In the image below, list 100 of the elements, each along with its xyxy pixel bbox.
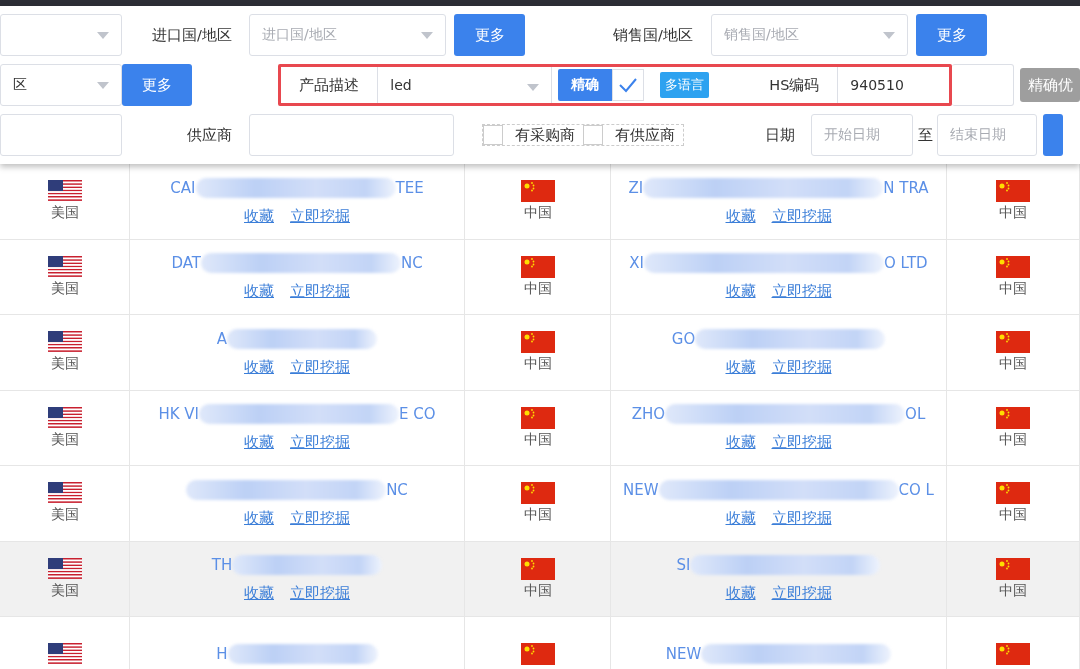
country-name: 美国	[50, 581, 79, 600]
mine-link[interactable]: 立即挖掘	[290, 584, 350, 604]
select-field[interactable]: 销售国/地区	[711, 14, 908, 56]
china-flag-icon	[996, 482, 1030, 505]
company-name[interactable]: N TRA	[883, 178, 929, 197]
us-flag-icon	[47, 643, 82, 666]
company-name[interactable]: TEE	[395, 178, 424, 197]
company-name[interactable]: A	[216, 329, 228, 348]
start-date-field[interactable]: 开始日期	[811, 114, 913, 156]
country-name: 中国	[523, 279, 552, 298]
company-name[interactable]: NEW	[665, 645, 702, 664]
mine-link[interactable]: 立即挖掘	[771, 433, 832, 453]
us-flag-icon	[47, 406, 82, 429]
favorite-link[interactable]: 收藏	[725, 282, 756, 302]
caret-icon	[527, 84, 540, 91]
china-flag-icon	[520, 331, 555, 354]
field-label: 进口国/地区	[151, 25, 232, 45]
favorite-link[interactable]: 收藏	[725, 433, 756, 453]
china-flag-icon	[996, 557, 1030, 580]
caret-icon	[421, 32, 433, 39]
field-label: 销售国/地区	[612, 25, 693, 45]
search-button[interactable]	[1043, 114, 1063, 156]
more-button[interactable]: 更多	[454, 14, 525, 56]
favorite-link[interactable]: 收藏	[725, 357, 756, 377]
company-name[interactable]: HK VI	[158, 405, 199, 424]
mine-link[interactable]: 立即挖掘	[771, 206, 832, 226]
mine-link[interactable]: 立即挖掘	[290, 508, 350, 528]
favorite-link[interactable]: 收藏	[244, 508, 274, 528]
mine-link[interactable]: 立即挖掘	[290, 282, 350, 302]
country-name: 中国	[523, 204, 552, 223]
option-checkbox[interactable]: 有采购商	[483, 125, 575, 145]
company-name[interactable]: H	[216, 645, 228, 664]
input-field[interactable]	[249, 114, 454, 156]
company-name[interactable]: O LTD	[884, 254, 928, 273]
company-name[interactable]: CAI	[170, 178, 196, 197]
company-name[interactable]: NC	[400, 254, 423, 273]
caret-icon	[96, 82, 109, 89]
mine-link[interactable]: 立即挖掘	[771, 508, 832, 528]
company-name[interactable]: GO	[671, 329, 696, 348]
favorite-link[interactable]: 收藏	[725, 206, 756, 226]
country-name: 美国	[50, 506, 79, 525]
us-flag-icon	[47, 482, 82, 505]
company-name[interactable]: CO L	[898, 480, 934, 499]
favorite-link[interactable]: 收藏	[725, 584, 756, 604]
company-name[interactable]: SI	[676, 556, 691, 575]
company-name[interactable]: NEW	[623, 480, 659, 499]
company-name[interactable]: XI	[629, 254, 645, 273]
favorite-link[interactable]: 收藏	[725, 508, 756, 528]
company-name[interactable]: DAT	[171, 254, 201, 273]
mine-link[interactable]: 立即挖掘	[771, 357, 832, 377]
china-flag-icon	[520, 255, 555, 278]
field-label: 供应商	[186, 125, 232, 145]
country-name: 中国	[999, 204, 1027, 223]
exact-checkbox[interactable]	[612, 69, 645, 101]
china-flag-icon	[520, 180, 555, 203]
company-name[interactable]: OL	[905, 405, 926, 424]
company-name[interactable]: TH	[211, 556, 233, 575]
company-name[interactable]: E CO	[399, 405, 436, 424]
input-field[interactable]	[0, 114, 122, 156]
china-flag-icon	[520, 557, 555, 580]
country-name: 美国	[50, 204, 79, 223]
select-field[interactable]	[0, 14, 122, 56]
country-name: 中国	[999, 506, 1027, 525]
exact-button[interactable]: 精确	[558, 69, 613, 101]
company-name[interactable]: ZI	[628, 178, 644, 197]
china-flag-icon	[520, 406, 555, 429]
caret-icon	[97, 32, 109, 39]
china-flag-icon	[996, 255, 1030, 278]
china-flag-icon	[996, 180, 1030, 203]
us-flag-icon	[47, 557, 82, 580]
more-button[interactable]: 更多	[121, 64, 193, 106]
field-label: 产品描述	[298, 75, 361, 95]
select-field[interactable]: 区	[0, 64, 122, 106]
favorite-link[interactable]: 收藏	[244, 433, 274, 453]
china-flag-icon	[520, 482, 555, 505]
mine-link[interactable]: 立即挖掘	[771, 282, 832, 302]
input-field[interactable]	[952, 64, 1015, 106]
china-flag-icon	[996, 331, 1030, 354]
end-date-field[interactable]: 结束日期	[937, 114, 1037, 156]
us-flag-icon	[47, 180, 82, 203]
company-name[interactable]: NC	[386, 480, 408, 499]
company-name[interactable]: ZHO	[631, 405, 666, 424]
multilanguage-tag[interactable]: 多语言	[660, 72, 710, 98]
mine-link[interactable]: 立即挖掘	[771, 584, 832, 604]
country-name: 美国	[50, 430, 79, 449]
favorite-link[interactable]: 收藏	[244, 584, 274, 604]
select-field[interactable]: 进口国/地区	[249, 14, 446, 56]
country-name: 中国	[999, 355, 1027, 374]
select-field[interactable]: led	[377, 67, 553, 103]
china-flag-icon	[996, 643, 1030, 666]
mine-link[interactable]: 立即挖掘	[290, 357, 350, 377]
more-button[interactable]: 更多	[916, 14, 987, 56]
favorite-link[interactable]: 收藏	[244, 206, 274, 226]
mine-link[interactable]: 立即挖掘	[290, 433, 350, 453]
favorite-link[interactable]: 收藏	[244, 357, 274, 377]
country-name: 美国	[50, 355, 79, 374]
mine-link[interactable]: 立即挖掘	[290, 206, 350, 226]
check-icon	[618, 77, 639, 93]
favorite-link[interactable]: 收藏	[244, 282, 274, 302]
option-checkbox[interactable]: 有供应商	[583, 125, 675, 145]
